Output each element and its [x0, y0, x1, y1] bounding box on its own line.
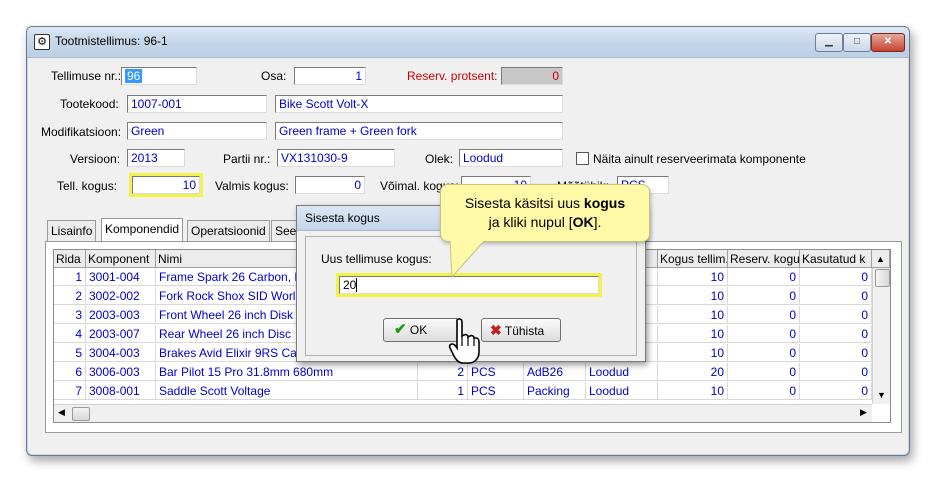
- grid-cell-komponent[interactable]: 3006-003: [86, 363, 156, 381]
- maximize-button[interactable]: □: [843, 33, 871, 52]
- grid-cell-kogus[interactable]: 10: [658, 306, 728, 324]
- grid-cell-kasutatud[interactable]: 0: [800, 268, 872, 286]
- grid-cell-reserv[interactable]: 0: [728, 325, 800, 343]
- col-header-rida[interactable]: Rida: [54, 250, 86, 268]
- close-button[interactable]: ✕: [871, 33, 905, 52]
- order-qty-label: Tell. kogus:: [57, 179, 118, 193]
- product-code-label: Tootekood:: [60, 97, 119, 111]
- part-label: Osa:: [261, 69, 287, 83]
- grid-cell-kasutatud[interactable]: 0: [800, 382, 872, 400]
- grid-cell-loc[interactable]: Packing: [524, 382, 586, 400]
- app-gear-icon: ⚙: [34, 34, 50, 50]
- ready-qty-field: 0: [295, 176, 365, 194]
- grid-cell-kogus[interactable]: 10: [658, 287, 728, 305]
- tab-komponendid[interactable]: Komponendid: [101, 218, 184, 242]
- ready-qty-label: Valmis kogus:: [215, 179, 289, 193]
- vertical-scroll-thumb[interactable]: [875, 269, 890, 287]
- modification-label: Modifikatsioon:: [41, 125, 122, 139]
- version-label: Versioon:: [70, 152, 121, 166]
- grid-cell-komponent[interactable]: 3002-002: [86, 287, 156, 305]
- scroll-right-icon[interactable]: ▶: [860, 407, 867, 418]
- window-title: Tootmistellimus: 96-1: [55, 34, 168, 48]
- grid-cell-kasutatud[interactable]: 0: [800, 287, 872, 305]
- grid-cell-kasutatud[interactable]: 0: [800, 344, 872, 362]
- batch-field[interactable]: VX131030-9: [277, 149, 395, 167]
- grid-cell-qty[interactable]: 1: [418, 382, 468, 400]
- checkmark-icon: ✔: [394, 321, 407, 338]
- scroll-left-icon[interactable]: ◀: [58, 407, 65, 418]
- unreserved-only-label: Näita ainult reserveerimata komponente: [593, 152, 806, 166]
- grid-cell-kogus[interactable]: 10: [658, 382, 728, 400]
- callout-pointer: [450, 241, 485, 279]
- product-name-field[interactable]: Bike Scott Volt-X: [275, 95, 563, 113]
- hand-pointer-icon: [448, 318, 480, 364]
- grid-cell-reserv[interactable]: 0: [728, 268, 800, 286]
- modification-field[interactable]: Green: [127, 122, 267, 140]
- grid-cell-kasutatud[interactable]: 0: [800, 306, 872, 324]
- grid-cell-reserv[interactable]: 0: [728, 344, 800, 362]
- grid-cell-komponent[interactable]: 3001-004: [86, 268, 156, 286]
- grid-cell-reserv[interactable]: 0: [728, 382, 800, 400]
- tab-operatsioonid[interactable]: Operatsioonid: [187, 220, 270, 241]
- grid-cell-rida[interactable]: 2: [54, 287, 86, 305]
- grid-cell-reserv[interactable]: 0: [728, 287, 800, 305]
- minimize-button[interactable]: ▁: [815, 33, 843, 52]
- grid-cell-rida[interactable]: 3: [54, 306, 86, 324]
- col-header-komponent[interactable]: Komponent: [86, 250, 156, 268]
- grid-cell-olek[interactable]: Loodud: [586, 382, 658, 400]
- batch-label: Partii nr.:: [223, 152, 271, 166]
- version-field[interactable]: 2013: [127, 149, 185, 167]
- order-no-field[interactable]: 96: [121, 67, 197, 85]
- product-code-field[interactable]: 1007-001: [127, 95, 267, 113]
- title-bar[interactable]: ⚙ Tootmistellimus: 96-1 ▁ □ ✕: [27, 27, 909, 58]
- grid-cell-kasutatud[interactable]: 0: [800, 363, 872, 381]
- grid-cell-rida[interactable]: 7: [54, 382, 86, 400]
- vertical-scrollbar[interactable]: ▼: [872, 268, 890, 404]
- status-field[interactable]: Loodud: [459, 149, 563, 167]
- grid-cell-komponent[interactable]: 2003-007: [86, 325, 156, 343]
- grid-cell-kogus[interactable]: 10: [658, 325, 728, 343]
- modification-desc-field[interactable]: Green frame + Green fork: [275, 122, 563, 140]
- grid-cell-olek[interactable]: Loodud: [586, 363, 658, 381]
- unreserved-only-checkbox[interactable]: [576, 152, 589, 165]
- x-icon: ✖: [490, 322, 502, 338]
- order-qty-field[interactable]: 10: [129, 173, 203, 197]
- grid-cell-kogus[interactable]: 10: [658, 344, 728, 362]
- reserve-label: Reserv. protsent:: [407, 69, 498, 83]
- grid-cell-kogus[interactable]: 20: [658, 363, 728, 381]
- tab-lisainfo[interactable]: Lisainfo: [47, 220, 97, 241]
- col-header-reserv[interactable]: Reserv. kogu: [728, 250, 800, 268]
- scroll-down-icon[interactable]: ▼: [877, 390, 886, 400]
- grid-cell-komponent[interactable]: 3004-003: [86, 344, 156, 362]
- horizontal-scrollbar[interactable]: ◀ ▶: [54, 404, 872, 422]
- grid-cell-kogus[interactable]: 10: [658, 268, 728, 286]
- grid-cell-komponent[interactable]: 2003-003: [86, 306, 156, 324]
- grid-cell-rida[interactable]: 6: [54, 363, 86, 381]
- part-field[interactable]: 1: [294, 67, 366, 85]
- grid-cell-uom[interactable]: PCS: [468, 382, 524, 400]
- grid-cell-rida[interactable]: 5: [54, 344, 86, 362]
- grid-cell-kasutatud[interactable]: 0: [800, 325, 872, 343]
- scroll-up-icon[interactable]: ▲: [872, 250, 890, 268]
- grid-cell-nimi[interactable]: Saddle Scott Voltage: [156, 382, 418, 400]
- grid-cell-komponent[interactable]: 3008-001: [86, 382, 156, 400]
- order-no-label: Tellimuse nr.:: [51, 69, 122, 83]
- dialog-title: Sisesta kogus: [305, 211, 380, 225]
- horizontal-scroll-thumb[interactable]: [72, 407, 90, 421]
- grid-cell-rida[interactable]: 4: [54, 325, 86, 343]
- grid-cell-reserv[interactable]: 0: [728, 363, 800, 381]
- new-qty-label: Uus tellimuse kogus:: [321, 252, 432, 266]
- status-label: Olek:: [425, 152, 454, 166]
- grid-cell-nimi[interactable]: Bar Pilot 15 Pro 31.8mm 680mm: [156, 363, 418, 381]
- cancel-button[interactable]: ✖ Tühista: [481, 318, 561, 342]
- grid-cell-loc[interactable]: AdB26: [524, 363, 586, 381]
- col-header-kasutatud[interactable]: Kasutatud k: [800, 250, 872, 268]
- col-header-kogus[interactable]: Kogus tellim.: [658, 250, 728, 268]
- grid-cell-rida[interactable]: 1: [54, 268, 86, 286]
- instruction-callout: Sisesta käsitsi uus kogus ja kliki nupul…: [440, 184, 650, 242]
- reserve-field: 0: [501, 67, 563, 85]
- grid-cell-reserv[interactable]: 0: [728, 306, 800, 324]
